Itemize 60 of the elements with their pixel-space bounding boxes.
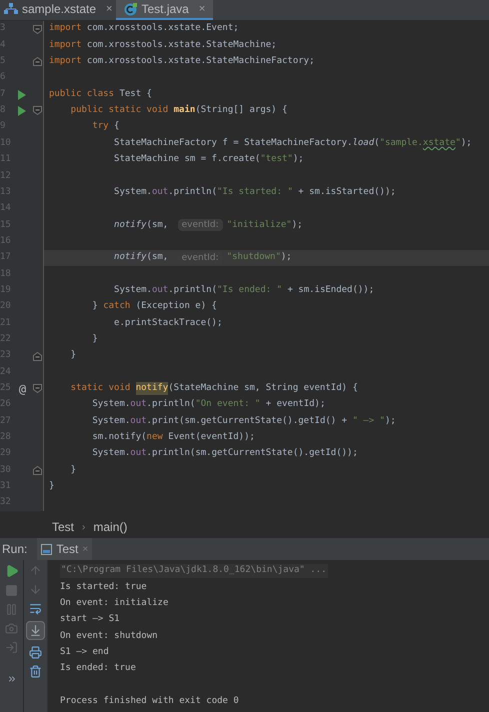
code-line: StateMachineFactory f = StateMachineFactory.load("sample.xstate"); (113, 136, 472, 150)
code-line: System.out.println("On event: " + eventId); (91, 398, 326, 412)
console-line: On event: initialize (60, 597, 168, 610)
console-icon (41, 544, 52, 554)
trash-icon[interactable] (29, 665, 42, 678)
fold-icon[interactable] (32, 466, 42, 475)
fold-icon[interactable] (32, 384, 42, 394)
code-line: notify(sm, eventId: "shutdown"); (113, 251, 292, 265)
code-line: notify(sm, eventId: "initialize"); (113, 218, 303, 232)
code-line: } (48, 480, 54, 494)
code-line: System.out.println(sm.getCurrentState().getId()); (91, 447, 358, 460)
editor-tab[interactable]: sample.xstate × (0, 0, 116, 20)
code-line: } (70, 464, 76, 477)
class-icon (124, 2, 138, 16)
close-icon[interactable]: × (198, 0, 206, 18)
code-line: System.out.print(sm.getCurrentState().getId() + " —> "); (91, 414, 396, 428)
code-line: import com.xrosstools.xstate.Event; (48, 22, 239, 36)
fold-icon[interactable] (32, 24, 42, 34)
soft-wrap-icon[interactable] (29, 602, 42, 615)
print-icon[interactable] (29, 646, 42, 659)
console-line: On event: shutdown (60, 630, 158, 643)
scroll-to-end-icon (29, 624, 42, 637)
console-line: Is started: true (60, 580, 147, 594)
run-icon[interactable] (4, 564, 18, 578)
code-line: try { (91, 120, 120, 134)
code-line: public static void main(String[] args) { (70, 104, 288, 118)
code-line: sm.notify(new Event(eventId)); (91, 431, 255, 444)
code-line: public class Test { (48, 88, 152, 101)
editor-tab[interactable]: Test.java × (116, 0, 214, 20)
scroll-to-end-button[interactable] (26, 621, 45, 640)
code-line: System.out.println("Is ended: " + sm.isEnded()); (113, 284, 374, 297)
code-line: } (70, 349, 76, 362)
console-line: Is ended: true (60, 662, 136, 676)
code-line: } catch (Exception e) { (91, 300, 217, 314)
code-line: e.printStackTrace(); (113, 316, 222, 330)
fold-icon[interactable] (32, 57, 42, 66)
console-command: "C:\Program Files\Java\jdk1.8.0_162\bin\java" ... (60, 564, 328, 578)
close-icon[interactable]: × (106, 0, 112, 18)
more-icon[interactable] (6, 674, 16, 684)
code-line: StateMachine sm = f.create("test"); (113, 153, 304, 166)
exit-message: Process finished with exit code 0 (60, 694, 239, 708)
run-icon[interactable] (18, 106, 26, 116)
code-line: } (91, 332, 98, 346)
run-label: Run: (1, 541, 28, 558)
parameter-hint: eventId: (178, 219, 223, 232)
fold-icon[interactable] (32, 352, 42, 361)
code-line: import com.xrosstools.xstate.StateMachine; (48, 38, 277, 52)
run-icon[interactable] (18, 90, 26, 100)
breadcrumb-item[interactable]: main() (93, 518, 128, 536)
console-line: S1 —> end (60, 646, 109, 660)
breadcrumb-item[interactable]: Test (52, 518, 74, 536)
fold-icon[interactable] (32, 106, 42, 116)
code-line: static void notify(StateMachine sm, String eventId) { (44, 382, 358, 396)
code-line: import com.xrosstools.xstate.StateMachineFactory; (48, 55, 315, 68)
console-line: start —> S1 (60, 613, 120, 626)
breadcrumb-separator: › (82, 520, 86, 534)
diagram-icon (4, 3, 18, 15)
override-marker: @ (18, 382, 26, 395)
code-line: System.out.println("Is started: " + sm.isStarted()); (113, 186, 396, 199)
run-tab[interactable]: Test × (37, 538, 92, 560)
